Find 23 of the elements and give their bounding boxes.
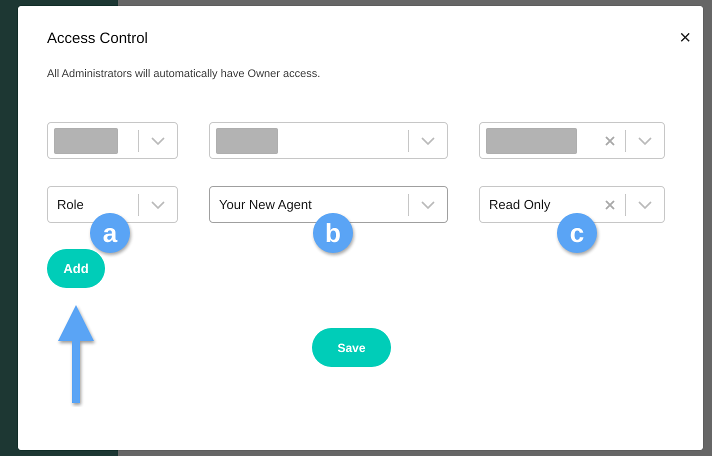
chevron-down-icon	[421, 136, 435, 144]
select-value: Role	[56, 197, 85, 212]
redacted-value	[54, 128, 118, 154]
dropdown-select[interactable]: Your New Agent	[209, 186, 448, 223]
dropdown-select[interactable]	[479, 122, 665, 159]
select-value: Read Only	[488, 197, 552, 212]
close-button[interactable]: ×	[679, 28, 691, 48]
chevron-down-icon	[638, 200, 652, 208]
dialog-title: Access Control	[47, 30, 148, 46]
chevron-down-icon	[151, 200, 165, 208]
dropdown-select[interactable]	[209, 122, 448, 159]
annotation-marker: b	[313, 213, 353, 253]
annotation-marker: a	[90, 213, 130, 253]
annotation-marker: c	[557, 213, 597, 253]
clear-icon[interactable]	[605, 200, 615, 210]
chevron-down-icon	[421, 200, 435, 208]
redacted-value	[216, 128, 278, 154]
access-note: All Administrators will automatically have Owner access.	[47, 68, 322, 80]
chevron-down-icon	[638, 136, 652, 144]
dropdown-select[interactable]	[47, 122, 178, 159]
chevron-down-icon	[151, 136, 165, 144]
clear-icon[interactable]	[605, 136, 615, 146]
select-value: Your New Agent	[218, 197, 313, 212]
